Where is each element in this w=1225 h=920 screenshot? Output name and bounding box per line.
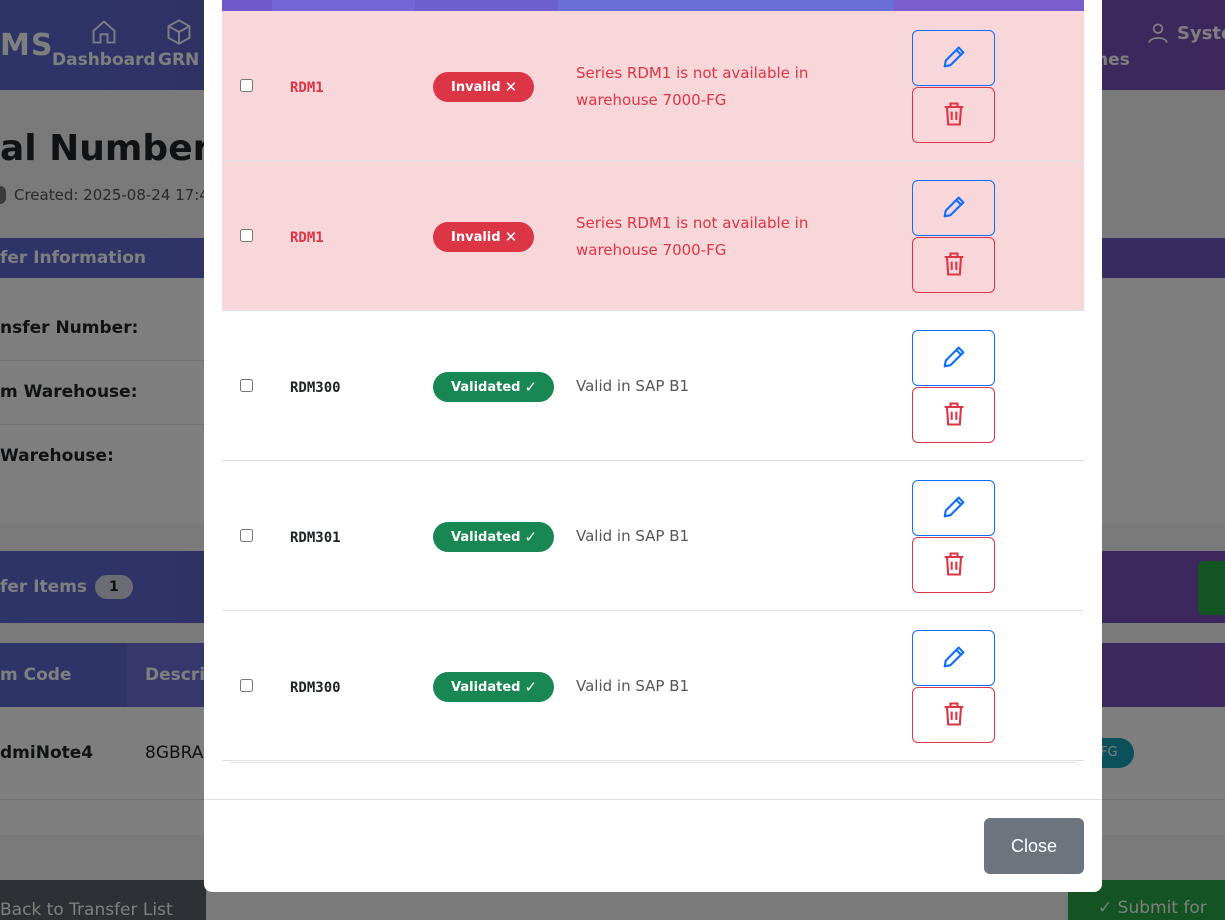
table-row: RDM300 Validated ✓ Valid in SAP B1: [222, 311, 1084, 461]
edit-button[interactable]: [912, 330, 995, 386]
serial-validation-modal: RDM1 Invalid ✕ Series RDM1 is not available…: [204, 0, 1102, 892]
delete-button[interactable]: [912, 87, 995, 143]
serial-number: RDM300: [290, 680, 341, 696]
edit-button[interactable]: [912, 480, 995, 536]
serial-number: RDM1: [290, 80, 324, 96]
table-row: RDM1 Invalid ✕ Series RDM1 is not available…: [222, 161, 1084, 311]
row-select-checkbox[interactable]: [240, 529, 253, 542]
trash-icon: [940, 250, 968, 281]
serial-number: RDM300: [290, 380, 341, 396]
modal-footer: Close: [204, 799, 1102, 892]
validation-message: Series RDM1 is not available in warehous…: [576, 214, 809, 259]
table-row: RDM1 Invalid ✕ Series RDM1 is not available…: [222, 11, 1084, 161]
delete-button[interactable]: [912, 687, 995, 743]
check-icon: ✓: [524, 528, 538, 546]
validation-message: Series RDM1 is not available in warehous…: [576, 64, 809, 109]
x-icon: ✕: [504, 228, 518, 246]
table-row: RDM301 Validated ✓ Valid in SAP B1: [222, 461, 1084, 611]
pencil-icon: [940, 43, 968, 74]
close-button[interactable]: Close: [984, 818, 1084, 874]
check-icon: ✓: [524, 378, 538, 396]
status-badge: Invalid ✕: [433, 222, 535, 252]
edit-button[interactable]: [912, 630, 995, 686]
row-select-checkbox[interactable]: [240, 679, 253, 692]
delete-button[interactable]: [912, 387, 995, 443]
validation-message: Valid in SAP B1: [576, 527, 690, 545]
pencil-icon: [940, 193, 968, 224]
table-header-strip: [222, 0, 1084, 11]
status-badge: Validated ✓: [433, 672, 555, 702]
status-badge: Validated ✓: [433, 522, 555, 552]
trash-icon: [940, 400, 968, 431]
status-badge: Validated ✓: [433, 372, 555, 402]
trash-icon: [940, 700, 968, 731]
validation-message: Valid in SAP B1: [576, 377, 690, 395]
x-icon: ✕: [504, 78, 518, 96]
row-select-checkbox[interactable]: [240, 229, 253, 242]
divider: [230, 762, 1076, 763]
status-label: Invalid: [451, 79, 501, 95]
serial-number: RDM301: [290, 530, 341, 546]
status-label: Validated: [451, 379, 521, 395]
status-label: Validated: [451, 529, 521, 545]
edit-button[interactable]: [912, 180, 995, 236]
validation-message: Valid in SAP B1: [576, 677, 690, 695]
delete-button[interactable]: [912, 237, 995, 293]
pencil-icon: [940, 343, 968, 374]
trash-icon: [940, 550, 968, 581]
table-row: RDM300 Validated ✓ Valid in SAP B1: [222, 611, 1084, 761]
row-select-checkbox[interactable]: [240, 79, 253, 92]
serial-number: RDM1: [290, 230, 324, 246]
delete-button[interactable]: [912, 537, 995, 593]
pencil-icon: [940, 493, 968, 524]
pencil-icon: [940, 643, 968, 674]
check-icon: ✓: [524, 678, 538, 696]
row-select-checkbox[interactable]: [240, 379, 253, 392]
status-label: Validated: [451, 679, 521, 695]
edit-button[interactable]: [912, 30, 995, 86]
status-label: Invalid: [451, 229, 501, 245]
status-badge: Invalid ✕: [433, 72, 535, 102]
trash-icon: [940, 100, 968, 131]
